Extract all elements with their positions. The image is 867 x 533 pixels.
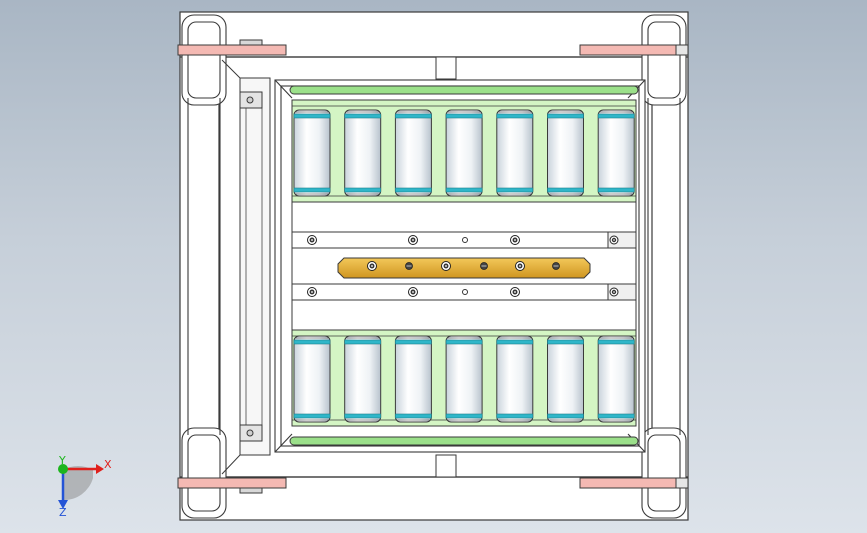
bracket-bottom-left [177, 477, 287, 489]
pin-hole-icon [462, 289, 468, 295]
hex-bolt-icon [510, 235, 520, 245]
hex-bolt-icon [408, 235, 418, 245]
screw-icon [480, 262, 488, 270]
top-roller-section [289, 85, 639, 203]
bottom-row-roller [445, 335, 483, 423]
bracket-top-left [177, 44, 287, 56]
top-row-roller [344, 109, 382, 197]
cad-viewport[interactable]: X Y Z [0, 0, 867, 533]
top-center-tab [435, 56, 457, 80]
coordinate-triad-icon: X Y Z [58, 454, 112, 519]
bottom-center-tab [435, 454, 457, 478]
hex-bolt-icon [515, 261, 525, 271]
gold-locating-bar [337, 257, 591, 279]
bottom-row-roller [293, 335, 331, 423]
bottom-green-rod [289, 436, 639, 446]
bracket-top-right [579, 44, 689, 56]
z-axis-label: Z [59, 506, 67, 519]
top-row-roller [293, 109, 331, 197]
y-axis-label: Y [58, 454, 66, 467]
hex-bolt-icon [307, 287, 317, 297]
hex-bolt-icon [609, 287, 619, 297]
hex-bolt-icon [609, 235, 619, 245]
hex-bolt-icon [441, 261, 451, 271]
screw-icon [552, 262, 560, 270]
bottom-roller-row [293, 335, 635, 423]
bottom-row-roller [394, 335, 432, 423]
hex-bolt-icon [408, 287, 418, 297]
x-axis-label: X [104, 458, 112, 471]
pin-hole-icon [462, 237, 468, 243]
top-row-roller [445, 109, 483, 197]
screw-icon [405, 262, 413, 270]
hex-bolt-icon [510, 287, 520, 297]
top-roller-row [293, 109, 635, 197]
bracket-bottom-right [579, 477, 689, 489]
top-row-roller [597, 109, 635, 197]
top-row-roller [496, 109, 534, 197]
bottom-row-roller [547, 335, 584, 423]
bottom-row-roller [597, 335, 635, 423]
bottom-row-roller [496, 335, 534, 423]
top-row-roller [394, 109, 432, 197]
top-row-roller [547, 109, 584, 197]
hex-bolt-icon [367, 261, 377, 271]
top-green-rod [289, 85, 639, 95]
bottom-row-roller [344, 335, 382, 423]
hex-bolt-icon [307, 235, 317, 245]
